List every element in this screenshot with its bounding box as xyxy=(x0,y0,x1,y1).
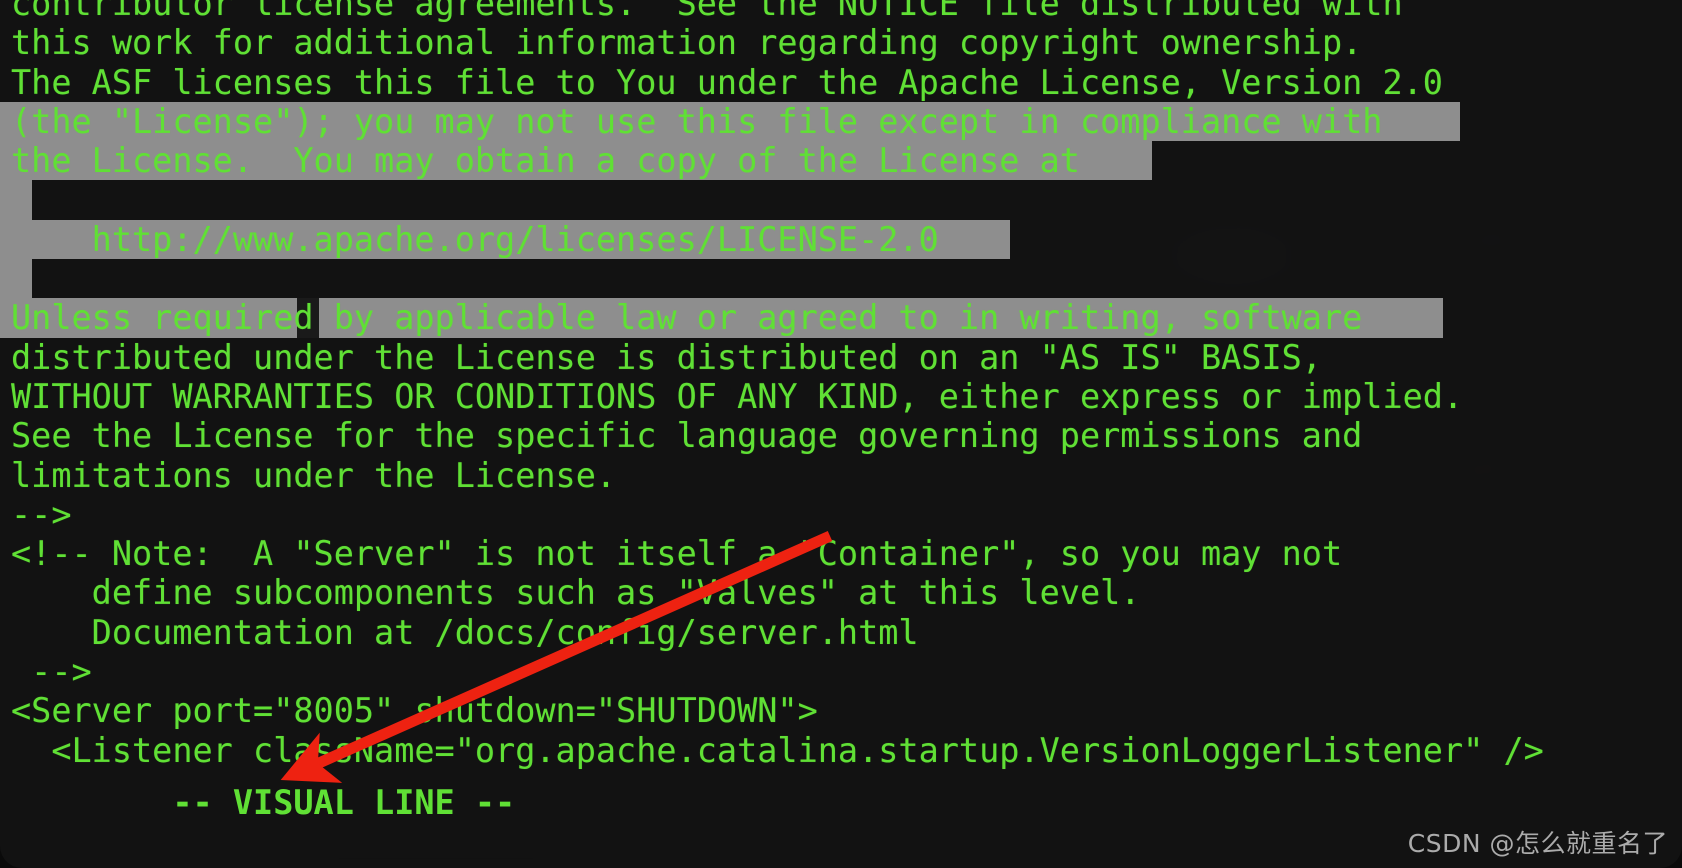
editor-line[interactable]: --> xyxy=(0,652,1682,691)
line-text: the License. You may obtain a copy of th… xyxy=(11,141,1080,181)
editor-line[interactable]: distributed under the License is distrib… xyxy=(0,338,1682,377)
csdn-watermark: CSDN @怎么就重名了 xyxy=(1407,829,1668,858)
line-text: See the License for the specific languag… xyxy=(11,416,1363,456)
line-text: distributed under the License is distrib… xyxy=(11,337,1322,377)
terminal-window[interactable]: contributor license agreements. See the … xyxy=(0,0,1682,868)
vim-mode-indicator: -- VISUAL LINE -- xyxy=(172,783,516,823)
editor-line[interactable]: define subcomponents such as "Valves" at… xyxy=(0,573,1682,612)
line-text: contributor license agreements. See the … xyxy=(11,0,1403,23)
line-text: --> xyxy=(11,494,72,534)
editor-line[interactable]: contributor license agreements. See the … xyxy=(0,0,1682,23)
line-text: http://www.apache.org/licenses/LICENSE-2… xyxy=(11,219,939,259)
editor-line[interactable]: The ASF licenses this file to You under … xyxy=(0,63,1682,102)
editor-line[interactable]: See the License for the specific languag… xyxy=(0,416,1682,455)
line-text: --> xyxy=(11,652,92,692)
editor-line[interactable] xyxy=(0,259,1682,299)
line-text: <Server port="8005" shutdown="SHUTDOWN"> xyxy=(11,691,818,731)
line-text: Unless required by applicable law or agr… xyxy=(11,298,1363,338)
editor-line[interactable]: Unless required by applicable law or agr… xyxy=(0,298,1682,338)
line-text: Documentation at /docs/config/server.htm… xyxy=(11,612,919,652)
editor-line[interactable]: <!-- Note: A "Server" is not itself a "C… xyxy=(0,534,1682,573)
editor-line[interactable]: --> xyxy=(0,495,1682,534)
editor-line[interactable]: WITHOUT WARRANTIES OR CONDITIONS OF ANY … xyxy=(0,377,1682,416)
editor-buffer[interactable]: contributor license agreements. See the … xyxy=(0,0,1682,770)
line-text: (the "License"); you may not use this fi… xyxy=(11,101,1383,141)
editor-line[interactable]: <Listener className="org.apache.catalina… xyxy=(0,731,1682,770)
line-text: WITHOUT WARRANTIES OR CONDITIONS OF ANY … xyxy=(11,376,1464,416)
line-text: The ASF licenses this file to You under … xyxy=(11,62,1443,102)
editor-line[interactable]: limitations under the License. xyxy=(0,456,1682,495)
line-text: define subcomponents such as "Valves" at… xyxy=(11,573,1141,613)
editor-line[interactable]: this work for additional information reg… xyxy=(0,23,1682,62)
editor-line[interactable]: (the "License"); you may not use this fi… xyxy=(0,101,1682,142)
terminal-text-area[interactable]: contributor license agreements. See the … xyxy=(0,0,1682,868)
selection-highlight xyxy=(0,180,32,220)
line-text: this work for additional information reg… xyxy=(11,23,1363,63)
editor-line[interactable]: http://www.apache.org/licenses/LICENSE-2… xyxy=(0,219,1682,260)
selection-highlight xyxy=(0,259,32,299)
line-text: <Listener className="org.apache.catalina… xyxy=(11,730,1544,770)
editor-line[interactable]: <Server port="8005" shutdown="SHUTDOWN"> xyxy=(0,691,1682,730)
line-text: limitations under the License. xyxy=(11,455,617,495)
editor-line[interactable]: Documentation at /docs/config/server.htm… xyxy=(0,613,1682,652)
screen: contributor license agreements. See the … xyxy=(0,0,1682,868)
editor-line[interactable]: the License. You may obtain a copy of th… xyxy=(0,141,1682,181)
editor-line[interactable] xyxy=(0,180,1682,220)
line-text: <!-- Note: A "Server" is not itself a "C… xyxy=(11,534,1343,574)
